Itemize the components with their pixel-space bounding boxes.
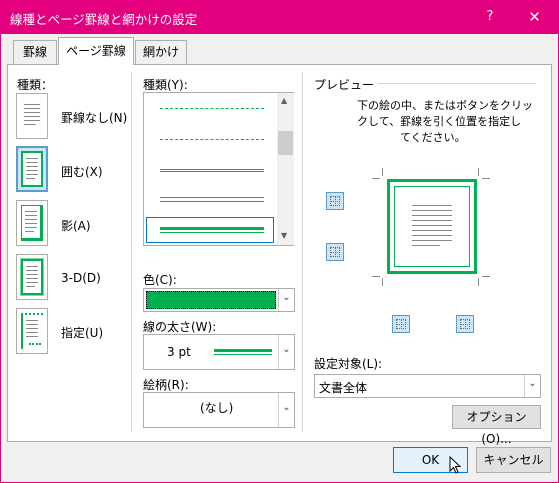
width-label: 線の太さ(W): (143, 320, 217, 334)
setting-shadow[interactable] (16, 200, 48, 246)
setting-custom[interactable] (16, 308, 48, 354)
setting-box-label[interactable]: 囲む(X) (61, 163, 103, 180)
corner-mark (382, 168, 383, 176)
width-value: 3 pt (167, 345, 191, 359)
art-label: 絵柄(R): (143, 378, 189, 392)
corner-mark (372, 178, 380, 179)
mouse-cursor-icon (449, 456, 462, 474)
corner-mark (482, 178, 490, 179)
setting-label: 種類： (17, 78, 54, 92)
corner-mark (372, 276, 380, 277)
border-bottom-toggle[interactable] (326, 243, 344, 261)
chevron-down-icon[interactable]: ⌄ (278, 289, 294, 311)
setting-3d[interactable] (16, 254, 48, 300)
help-button[interactable]: ? (478, 0, 502, 34)
separator (131, 72, 132, 432)
window-title: 線種とページ罫線と網かけの設定 (10, 12, 198, 27)
corner-mark (482, 276, 490, 277)
setting-none[interactable] (16, 93, 48, 139)
scroll-down-icon[interactable]: ▼ (281, 231, 287, 240)
chevron-down-icon[interactable]: ⌄ (278, 393, 294, 427)
style-selected[interactable] (146, 217, 274, 243)
page-shadow-icon (21, 205, 43, 241)
options-button[interactable]: オプション(O)... (452, 405, 541, 446)
art-combo[interactable]: (なし) ⌄ (143, 392, 295, 428)
preview-page[interactable] (387, 179, 477, 274)
art-value: (なし) (200, 401, 234, 415)
chevron-down-icon[interactable]: ⌄ (278, 335, 294, 369)
corner-mark (478, 278, 479, 286)
cancel-button[interactable]: キャンセル (476, 447, 551, 473)
page-3d-icon (20, 258, 44, 296)
color-label: 色(C): (143, 273, 177, 287)
setting-shadow-label[interactable]: 影(A) (61, 217, 91, 234)
style-scrollbar[interactable]: ▲ ▼ (277, 93, 294, 245)
tab-shading[interactable]: 網かけ (135, 40, 187, 64)
preview-label: プレビュー (314, 78, 375, 92)
tab-page-border[interactable]: ページ罫線 (58, 37, 134, 65)
apply-to-combo[interactable]: 文書全体 ⌄ (314, 374, 541, 398)
page-box-icon (21, 151, 43, 187)
width-combo[interactable]: 3 pt ⌄ (143, 334, 295, 370)
style-listbox[interactable]: ▲ ▼ (143, 92, 294, 246)
scroll-up-icon[interactable]: ▲ (281, 96, 287, 105)
style-dashdot[interactable] (160, 108, 264, 109)
color-combo[interactable]: ⌄ (143, 288, 295, 312)
color-swatch (146, 291, 276, 309)
preview-rule (378, 83, 536, 84)
separator (302, 72, 303, 432)
title-bar: 線種とページ罫線と網かけの設定 ? ✕ (0, 0, 559, 34)
apply-to-value: 文書全体 (319, 381, 368, 395)
setting-box[interactable] (16, 146, 48, 192)
corner-mark (478, 168, 479, 176)
setting-3d-label[interactable]: 3-D(D) (61, 271, 101, 285)
close-button[interactable]: ✕ (510, 0, 559, 34)
border-right-toggle[interactable] (456, 315, 474, 333)
apply-to-label: 設定対象(L): (314, 357, 383, 371)
style-label: 種類(Y): (143, 78, 188, 92)
setting-custom-label[interactable]: 指定(U) (61, 324, 103, 341)
preview-instruction-1: 下の絵の中、またはボタンをクリッ (357, 99, 533, 112)
scroll-thumb[interactable] (278, 131, 293, 155)
style-double-thin[interactable] (160, 169, 264, 172)
chevron-down-icon[interactable]: ⌄ (524, 375, 540, 397)
preview-instruction-3: てください。 (400, 131, 466, 144)
tab-borders[interactable]: 罫線 (13, 40, 57, 64)
corner-mark (382, 278, 383, 286)
style-dashdotdot[interactable] (160, 139, 264, 140)
page-none-icon (21, 98, 43, 134)
border-left-toggle[interactable] (392, 315, 410, 333)
setting-none-label[interactable]: 罫線なし(N) (61, 109, 127, 126)
page-custom-icon (21, 313, 43, 349)
border-top-toggle[interactable] (326, 192, 344, 210)
style-double[interactable] (160, 197, 264, 202)
preview-instruction-2: クして、罫線を引く位置を指定し (357, 115, 522, 128)
